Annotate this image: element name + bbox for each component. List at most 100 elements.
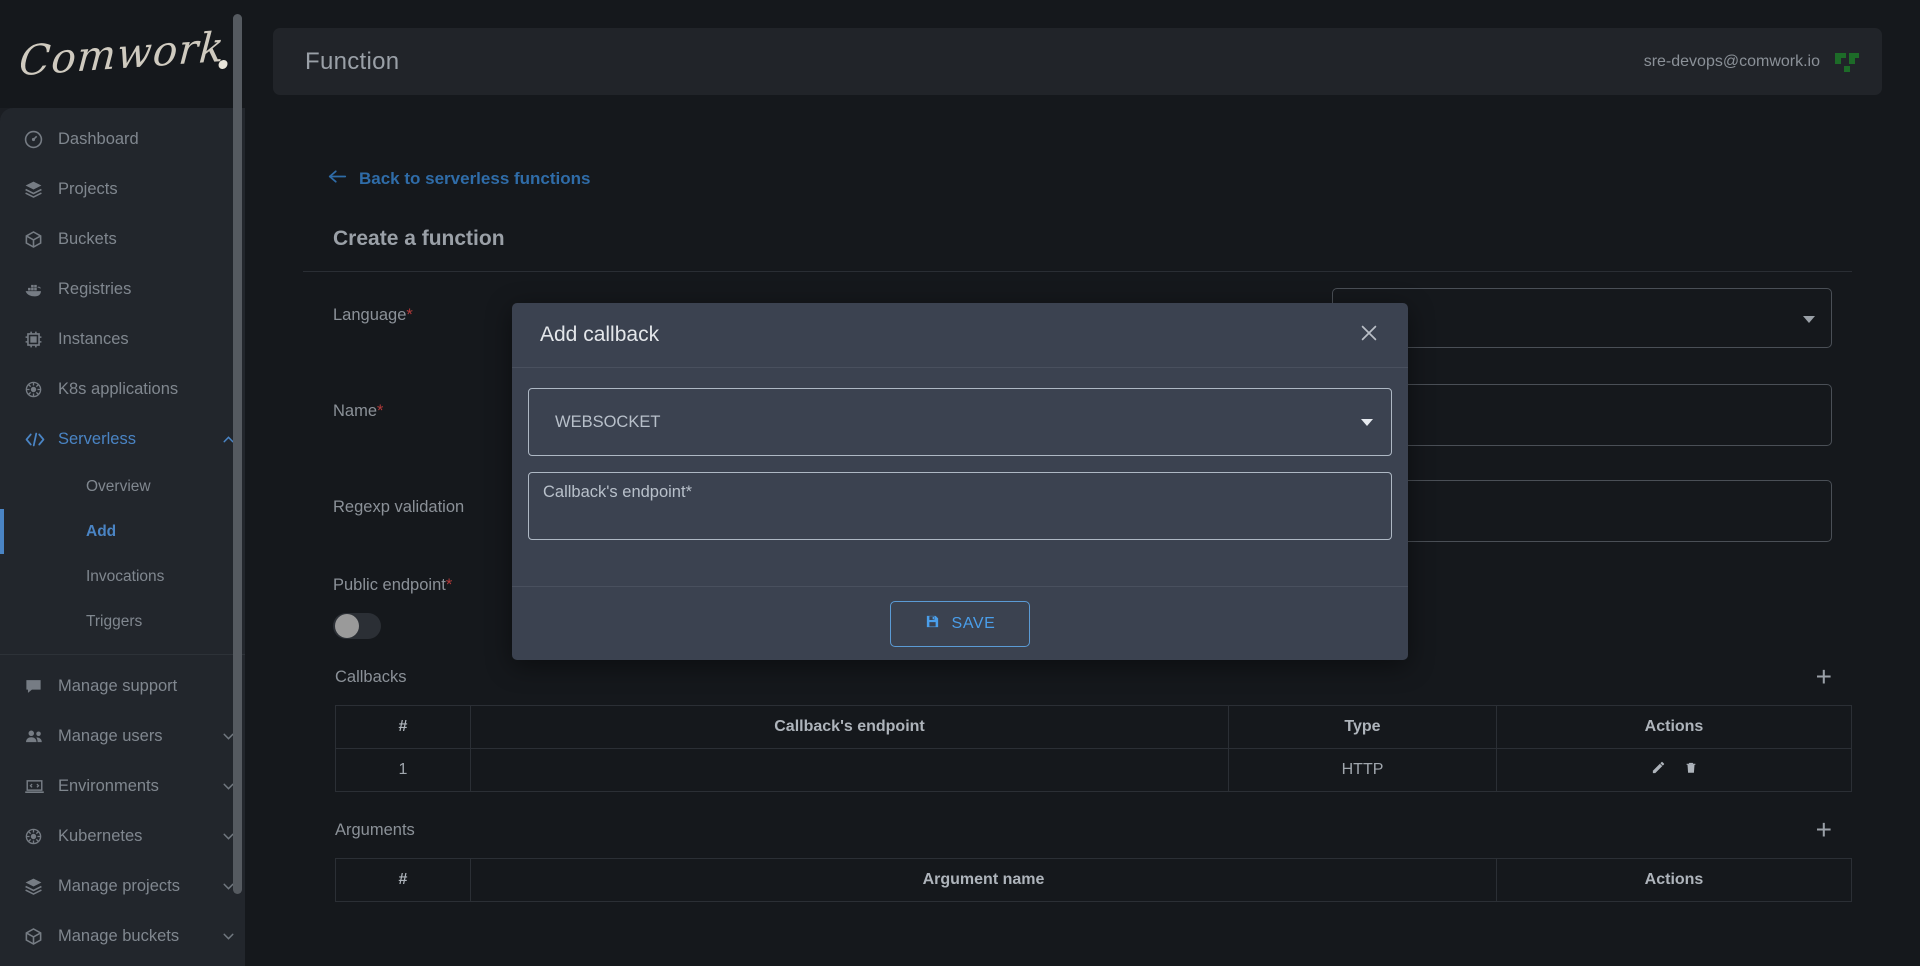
table-row: 1 HTTP	[335, 748, 1852, 792]
column-header-num: #	[335, 858, 471, 902]
sidebar-item-instances[interactable]: Instances	[0, 314, 245, 364]
callbacks-table-body: 1 HTTP	[335, 748, 1852, 792]
kubernetes-icon	[24, 825, 58, 847]
row-action-group	[1651, 760, 1698, 780]
chevron-down-icon	[211, 928, 245, 945]
layers-icon	[24, 178, 58, 200]
sidebar-subitem-invocations[interactable]: Invocations	[0, 554, 245, 599]
comwork-pixel-mark	[1834, 49, 1860, 75]
sidebar-item-kubernetes[interactable]: Kubernetes	[0, 811, 245, 861]
label-text: Regexp validation	[333, 498, 465, 516]
callback-endpoint-placeholder: Callback's endpoint*	[543, 483, 692, 501]
edit-icon[interactable]	[1651, 760, 1666, 780]
arguments-table: # Argument name Actions	[335, 858, 1852, 902]
table-header-row: # Argument name Actions	[335, 858, 1852, 902]
sidebar-subitem-label: Overview	[86, 477, 151, 495]
sidebar-divider	[0, 654, 245, 655]
cell-endpoint	[470, 748, 1229, 792]
column-header-type: Type	[1228, 705, 1497, 749]
sidebar-subitem-overview[interactable]: Overview	[0, 464, 245, 509]
sidebar-item-manage-projects[interactable]: Manage projects	[0, 861, 245, 911]
callbacks-title: Callbacks	[335, 667, 407, 686]
docker-icon	[24, 278, 58, 300]
brand-logo[interactable]: Comwork	[0, 0, 245, 108]
add-argument-plus-icon[interactable]: +	[1816, 816, 1844, 844]
sidebar-item-buckets[interactable]: Buckets	[0, 214, 245, 264]
dialog-body: WEBSOCKET Callback's endpoint*	[512, 368, 1408, 586]
cell-actions	[1496, 748, 1852, 792]
sidebar-item-dashboard[interactable]: Dashboard	[0, 114, 245, 164]
code-brackets-icon	[24, 428, 58, 450]
cell-type: HTTP	[1228, 748, 1497, 792]
sidebar-item-projects[interactable]: Projects	[0, 164, 245, 214]
sidebar-subitem-add[interactable]: Add	[0, 509, 245, 554]
header-right-group: sre-devops@comwork.io	[1644, 49, 1860, 75]
save-button[interactable]: SAVE	[890, 600, 1030, 647]
sidebar-item-registries[interactable]: Registries	[0, 264, 245, 314]
sidebar: Comwork Dashboard Projects Buckets Regis…	[0, 0, 245, 966]
sidebar-item-k8s-applications[interactable]: K8s applications	[0, 364, 245, 414]
close-icon[interactable]	[1350, 318, 1388, 353]
users-icon	[24, 725, 58, 747]
required-asterisk: *	[406, 306, 413, 324]
table-header-row: # Callback's endpoint Type Actions	[335, 705, 1852, 749]
sidebar-item-label: Projects	[58, 179, 118, 198]
save-button-label: SAVE	[951, 614, 996, 632]
save-floppy-icon	[925, 614, 940, 634]
sidebar-item-manage-buckets[interactable]: Manage buckets	[0, 911, 245, 961]
arguments-section-header: Arguments +	[303, 802, 1852, 858]
sidebar-item-label: Buckets	[58, 229, 117, 248]
callbacks-table: # Callback's endpoint Type Actions 1 HTT…	[335, 705, 1852, 792]
app-root: Comwork Dashboard Projects Buckets Regis…	[0, 0, 1920, 966]
add-callback-dialog: Add callback WEBSOCKET Callback's endpoi…	[512, 303, 1408, 660]
sidebar-subitem-triggers[interactable]: Triggers	[0, 599, 245, 644]
sidebar-item-environments[interactable]: Environments	[0, 761, 245, 811]
sidebar-item-serverless[interactable]: Serverless	[0, 414, 245, 464]
back-to-serverless-functions-link[interactable]: Back to serverless functions	[328, 169, 590, 189]
callback-type-value: WEBSOCKET	[555, 412, 661, 431]
toggle-knob	[335, 614, 359, 638]
user-email-label[interactable]: sre-devops@comwork.io	[1644, 53, 1820, 71]
sidebar-item-label: Manage support	[58, 676, 178, 695]
public-endpoint-toggle[interactable]	[333, 613, 381, 639]
column-header-num: #	[335, 705, 471, 749]
laptop-code-icon	[24, 775, 58, 797]
required-asterisk: *	[377, 402, 384, 420]
label-text: Language	[333, 306, 407, 324]
comwork-script-logo: Comwork	[17, 22, 228, 86]
chat-icon	[24, 675, 58, 697]
dialog-header: Add callback	[512, 303, 1408, 368]
column-header-actions: Actions	[1496, 705, 1852, 749]
sidebar-primary-group: Dashboard Projects Buckets Registries In…	[0, 108, 245, 966]
page-title: Create a function	[333, 227, 505, 250]
sidebar-item-label: Kubernetes	[58, 826, 143, 845]
kubernetes-icon	[24, 378, 58, 400]
sidebar-scrollbar[interactable]	[233, 14, 242, 894]
callbacks-section: Callbacks + # Callback's endpoint Type A…	[303, 649, 1852, 792]
sidebar-item-label: Manage projects	[58, 876, 180, 895]
callback-type-select[interactable]: WEBSOCKET	[528, 388, 1392, 456]
sidebar-subitem-label: Triggers	[86, 612, 143, 630]
column-header-actions: Actions	[1496, 858, 1852, 902]
callback-endpoint-input[interactable]: Callback's endpoint*	[528, 472, 1392, 540]
chip-icon	[24, 328, 58, 350]
layers-icon	[24, 875, 58, 897]
dialog-footer: SAVE	[512, 586, 1408, 660]
sidebar-item-label: Environments	[58, 776, 159, 795]
sidebar-item-manage-users[interactable]: Manage users	[0, 711, 245, 761]
sidebar-item-label: Serverless	[58, 429, 136, 448]
arguments-title: Arguments	[335, 820, 415, 839]
sidebar-item-manage-support[interactable]: Manage support	[0, 661, 245, 711]
arguments-section: Arguments + # Argument name Actions	[303, 802, 1852, 902]
cube-icon	[24, 228, 58, 250]
add-callback-plus-icon[interactable]: +	[1816, 663, 1844, 691]
sidebar-item-manage-registries[interactable]: Manage registries	[0, 961, 245, 966]
sidebar-subitem-label: Add	[86, 522, 117, 540]
delete-icon[interactable]	[1684, 760, 1698, 780]
sidebar-subitem-label: Invocations	[86, 567, 165, 585]
sidebar-item-label: Dashboard	[58, 129, 139, 148]
label-text: Public endpoint	[333, 576, 446, 594]
sidebar-item-label: Instances	[58, 329, 129, 348]
arguments-table-head: # Argument name Actions	[335, 858, 1852, 902]
sidebar-nav: Dashboard Projects Buckets Registries In…	[0, 108, 245, 966]
